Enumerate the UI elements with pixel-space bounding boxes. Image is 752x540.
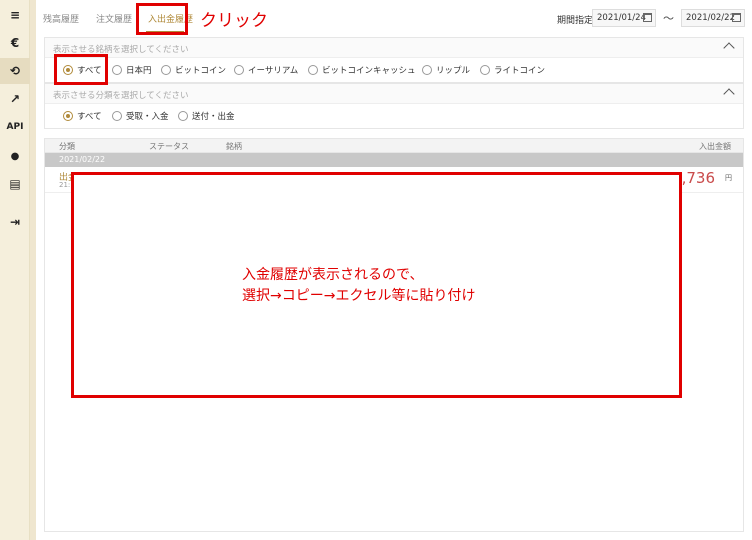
chevron-up-icon[interactable]	[723, 42, 735, 54]
sidebar-edge	[30, 0, 36, 540]
brand-filter-header[interactable]: 表示させる銘柄を選択してください	[45, 38, 743, 58]
category-option-label: 送付・出金	[192, 112, 235, 122]
calendar-icon	[643, 13, 652, 22]
instruction-overlay: 入金履歴が表示されるので、 選択→コピー→エクセル等に貼り付け	[71, 172, 682, 398]
user-icon[interactable]: ●	[6, 147, 24, 165]
radio-icon[interactable]	[63, 111, 73, 121]
radio-icon[interactable]	[112, 65, 122, 75]
calendar-icon	[732, 13, 741, 22]
brand-option-label: 日本円	[126, 66, 152, 76]
column-header: 分類	[59, 142, 75, 151]
tab-order-history[interactable]: 注文履歴	[96, 12, 132, 25]
column-header: 入出金額	[699, 142, 731, 151]
api-icon[interactable]: API	[6, 118, 24, 136]
menu-icon[interactable]: ≡	[6, 6, 24, 24]
table-header: 分類 ステータス 銘柄 入出金額	[45, 139, 743, 153]
brand-option-bch[interactable]: ビットコインキャッシュ	[308, 64, 416, 76]
category-option-deposit[interactable]: 受取・入金	[112, 110, 169, 122]
brand-option-label: ビットコインキャッシュ	[322, 66, 416, 76]
tab-balance-history[interactable]: 残高履歴	[43, 12, 79, 25]
category-filter-title: 表示させる分類を選択してください	[53, 91, 189, 101]
option-highlight-box	[54, 54, 108, 85]
brand-option-jpy[interactable]: 日本円	[112, 64, 152, 76]
date-group-label: 2021/02/22	[59, 155, 106, 164]
chevron-up-icon[interactable]	[723, 88, 735, 100]
radio-icon[interactable]	[308, 65, 318, 75]
date-to-value: 2021/02/22	[686, 13, 735, 23]
radio-icon[interactable]	[422, 65, 432, 75]
tab-highlight-box	[136, 3, 188, 35]
sidebar: ≡ € ⟲ ↗ API ● ▤ ⇥	[0, 0, 30, 540]
category-filter-header[interactable]: 表示させる分類を選択してください	[45, 84, 743, 104]
brand-filter-panel: 表示させる銘柄を選択してください すべて 日本円 ビットコイン イーサリアム ビ…	[44, 37, 744, 83]
category-filter-panel: 表示させる分類を選択してください すべて 受取・入金 送付・出金	[44, 83, 744, 129]
row-time: 21:	[59, 181, 71, 189]
coin-icon[interactable]: €	[6, 34, 24, 52]
instruction-text: 入金履歴が表示されるので、 選択→コピー→エクセル等に貼り付け	[242, 265, 475, 307]
category-option-all[interactable]: すべて	[63, 110, 102, 122]
brand-option-label: リップル	[436, 66, 471, 76]
brand-option-label: イーサリアム	[248, 66, 299, 76]
date-from-value: 2021/01/24	[597, 13, 646, 23]
brand-option-label: ビットコイン	[175, 66, 227, 76]
category-option-withdrawal[interactable]: 送付・出金	[178, 110, 235, 122]
row-unit: 円	[725, 174, 732, 182]
brand-option-label: ライトコイン	[494, 66, 546, 76]
logout-icon[interactable]: ⇥	[6, 213, 24, 231]
instruction-line-2: 選択→コピー→エクセル等に貼り付け	[242, 288, 476, 304]
period-label: 期間指定	[557, 16, 594, 26]
radio-icon[interactable]	[161, 65, 171, 75]
radio-icon[interactable]	[480, 65, 490, 75]
category-options: すべて 受取・入金 送付・出金	[45, 104, 743, 128]
date-group-row: 2021/02/22	[45, 153, 743, 167]
category-option-label: 受取・入金	[126, 112, 169, 122]
brand-option-xrp[interactable]: リップル	[422, 64, 470, 76]
brand-option-btc[interactable]: ビットコイン	[161, 64, 226, 76]
brand-options: すべて 日本円 ビットコイン イーサリアム ビットコインキャッシュ リップル ラ…	[45, 58, 743, 82]
document-icon[interactable]: ▤	[6, 175, 24, 193]
date-from-input[interactable]: 2021/01/24	[592, 9, 656, 27]
chart-icon[interactable]: ↗	[6, 90, 24, 108]
period-separator: 〜	[663, 12, 674, 25]
category-option-label: すべて	[77, 112, 102, 122]
radio-icon[interactable]	[178, 111, 188, 121]
brand-option-ltc[interactable]: ライトコイン	[480, 64, 545, 76]
date-to-input[interactable]: 2021/02/22	[681, 9, 745, 27]
radio-icon[interactable]	[234, 65, 244, 75]
history-icon[interactable]: ⟲	[0, 58, 30, 84]
instruction-line-1: 入金履歴が表示されるので、	[242, 267, 424, 283]
column-header: 銘柄	[226, 142, 242, 151]
click-annotation: クリック	[200, 11, 268, 31]
column-header: ステータス	[149, 142, 189, 151]
brand-option-eth[interactable]: イーサリアム	[234, 64, 298, 76]
radio-icon[interactable]	[112, 111, 122, 121]
